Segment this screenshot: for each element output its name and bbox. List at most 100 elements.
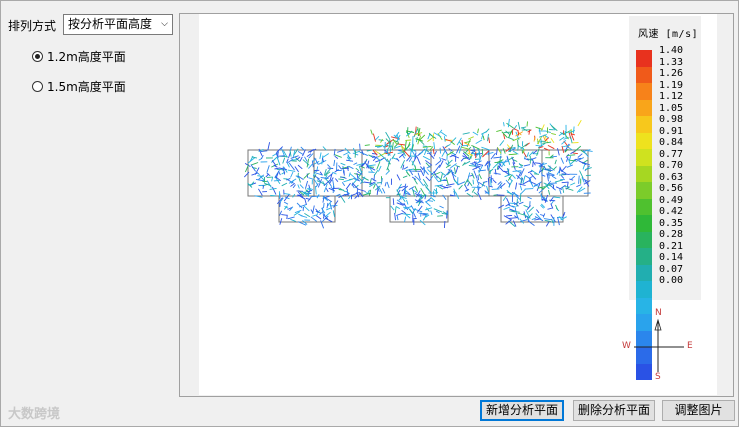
wind-vector xyxy=(477,174,479,181)
wind-vector xyxy=(462,132,470,135)
wind-vector xyxy=(506,155,509,162)
wind-vector xyxy=(353,162,358,166)
wind-vector xyxy=(585,174,591,177)
wind-vector xyxy=(477,185,479,190)
wind-vector xyxy=(278,170,281,176)
wind-vector xyxy=(405,214,411,219)
wind-vector xyxy=(428,152,435,159)
wind-vector xyxy=(296,202,303,209)
bottom-toolbar: 大数跨境 新增分析平面 删除分析平面 调整图片 xyxy=(0,398,739,427)
wind-vector xyxy=(478,163,484,166)
wind-vector xyxy=(267,142,271,151)
add-plane-button[interactable]: 新增分析平面 xyxy=(480,400,564,421)
wind-vector xyxy=(477,128,479,134)
wind-vector xyxy=(566,164,573,168)
wind-vector xyxy=(300,215,308,218)
wind-vector xyxy=(439,205,444,209)
wind-vector xyxy=(299,184,304,189)
sort-select[interactable]: 按分析平面高度 ⌵ xyxy=(63,14,173,35)
wind-vector xyxy=(418,178,424,187)
wind-vector xyxy=(481,133,484,140)
wind-vector xyxy=(290,171,294,178)
wind-vector xyxy=(375,145,381,147)
wind-vector xyxy=(571,175,576,180)
wind-vector xyxy=(348,165,354,170)
wind-vector xyxy=(508,153,517,156)
wind-vector xyxy=(433,176,439,182)
wind-vector xyxy=(505,179,510,185)
wind-vector xyxy=(281,182,288,187)
sort-label: 排列方式 xyxy=(8,19,57,33)
wind-vector xyxy=(386,181,390,189)
legend-tick-label: 1.19 xyxy=(659,79,684,91)
wind-vector xyxy=(497,165,504,173)
wind-vector xyxy=(297,164,303,170)
wind-vector xyxy=(513,128,519,132)
wind-vector xyxy=(355,167,360,172)
wind-vector xyxy=(508,130,513,137)
radio-unchecked-icon[interactable] xyxy=(32,81,43,92)
radio-label: 1.2m高度平面 xyxy=(47,50,126,64)
radio-1-5m[interactable]: 1.5m高度平面 xyxy=(32,78,126,95)
wind-vector xyxy=(334,155,339,159)
wind-vector xyxy=(487,178,490,186)
wind-vector xyxy=(541,172,543,177)
wind-vector xyxy=(579,170,584,179)
wind-vector xyxy=(297,151,304,155)
wind-vector xyxy=(296,156,301,160)
wind-vector xyxy=(549,199,556,202)
wind-vector xyxy=(486,165,489,171)
wind-vector xyxy=(558,174,567,176)
wind-vector xyxy=(406,127,409,135)
wind-vector xyxy=(332,210,336,218)
radio-1-2m[interactable]: 1.2m高度平面 xyxy=(32,48,126,65)
wind-vector xyxy=(395,206,401,209)
wind-vector xyxy=(582,164,586,170)
wind-vector xyxy=(561,173,570,175)
adjust-image-button[interactable]: 调整图片 xyxy=(662,400,735,421)
wind-vectors xyxy=(243,118,593,229)
wind-vector xyxy=(381,188,386,194)
radio-checked-icon[interactable] xyxy=(32,51,43,62)
wind-vector xyxy=(566,156,569,162)
left-panel: 排列方式 按分析平面高度 ⌵ 1.2m高度平面 1.5m高度平面 xyxy=(0,0,178,398)
wind-vector xyxy=(354,150,357,158)
wind-vector xyxy=(547,189,551,195)
wind-vector xyxy=(341,182,346,187)
wind-vector xyxy=(258,188,263,196)
wind-vector xyxy=(378,139,384,141)
legend-tick-label: 0.77 xyxy=(659,148,684,160)
wind-vector xyxy=(532,150,538,154)
delete-plane-button[interactable]: 删除分析平面 xyxy=(573,400,655,421)
wind-vector xyxy=(488,137,491,144)
wind-vector xyxy=(550,138,555,143)
wind-vector xyxy=(519,193,522,202)
wind-vector xyxy=(420,169,425,177)
wind-vector xyxy=(316,215,322,220)
wind-vector xyxy=(572,152,578,155)
wind-vector xyxy=(284,193,291,195)
legend-swatch xyxy=(636,83,652,100)
wind-vector xyxy=(424,201,431,207)
wind-vector xyxy=(433,132,442,138)
wind-vector xyxy=(304,180,309,189)
wind-vector xyxy=(425,176,431,182)
sort-select-value: 按分析平面高度 xyxy=(68,17,153,31)
wind-vector xyxy=(434,164,441,172)
wind-vector xyxy=(277,150,279,156)
wind-vector xyxy=(406,199,409,205)
wind-vector xyxy=(400,160,406,169)
wind-vector xyxy=(562,144,571,148)
wind-vector xyxy=(437,215,443,217)
wind-vector xyxy=(358,166,362,173)
wind-vector xyxy=(394,212,396,221)
wind-vector xyxy=(490,175,493,183)
wind-vector xyxy=(281,214,288,216)
wind-vector xyxy=(524,188,534,190)
wind-vector xyxy=(390,205,395,211)
legend-swatch xyxy=(636,50,652,67)
wind-vector xyxy=(573,126,575,134)
wind-vector xyxy=(536,209,540,214)
wind-vector xyxy=(332,171,337,175)
wind-vector xyxy=(506,214,513,217)
